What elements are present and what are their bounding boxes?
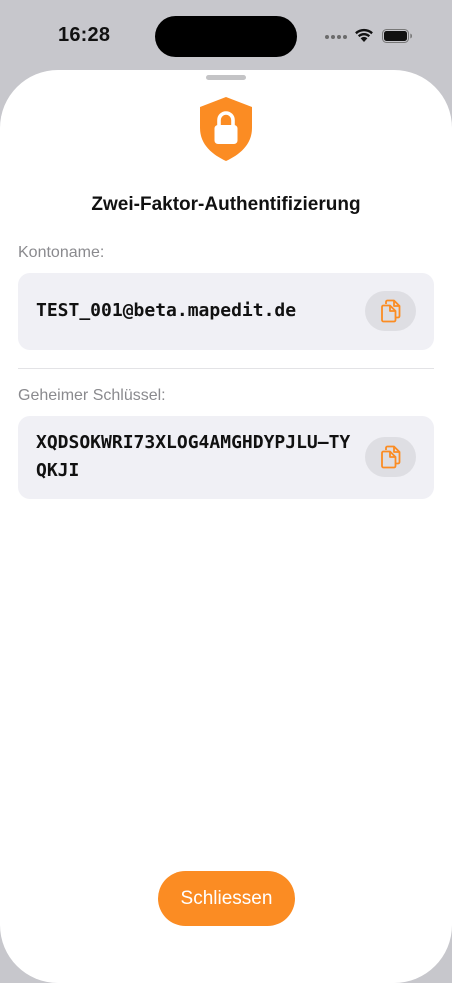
- sheet-title: Zwei-Faktor-Authentifizierung: [91, 194, 361, 215]
- copy-doc-icon: [380, 445, 400, 469]
- shield-lock-icon: [200, 97, 252, 161]
- dynamic-island: [155, 16, 297, 57]
- copy-doc-icon: [380, 299, 400, 323]
- status-time: 16:28: [58, 24, 111, 46]
- wifi-icon: [355, 28, 373, 42]
- account-name-field: TEST_001@beta.mapedit.de: [18, 273, 434, 350]
- copy-secret-key-button[interactable]: [365, 437, 416, 477]
- cellular-signal-icon: [325, 35, 347, 41]
- close-button[interactable]: Schliessen: [158, 871, 295, 926]
- secret-key-value: XQDSOKWRI73XLOG4AMGHDYPJLU–TYQKJI: [36, 432, 351, 481]
- account-name-label: Kontoname:: [18, 244, 105, 261]
- two-factor-sheet: Zwei-Faktor-Authentifizierung Kontoname:…: [0, 70, 452, 983]
- account-name-value: TEST_001@beta.mapedit.de: [36, 300, 297, 321]
- status-bar: 16:28: [0, 0, 452, 70]
- secret-key-field: XQDSOKWRI73XLOG4AMGHDYPJLU–TYQKJI: [18, 416, 434, 499]
- secret-key-label: Geheimer Schlüssel:: [18, 387, 166, 404]
- section-divider: [18, 368, 434, 369]
- status-indicators: [322, 26, 418, 46]
- battery-icon: [382, 29, 412, 43]
- copy-account-name-button[interactable]: [365, 291, 416, 331]
- sheet-grabber-handle[interactable]: [206, 75, 246, 80]
